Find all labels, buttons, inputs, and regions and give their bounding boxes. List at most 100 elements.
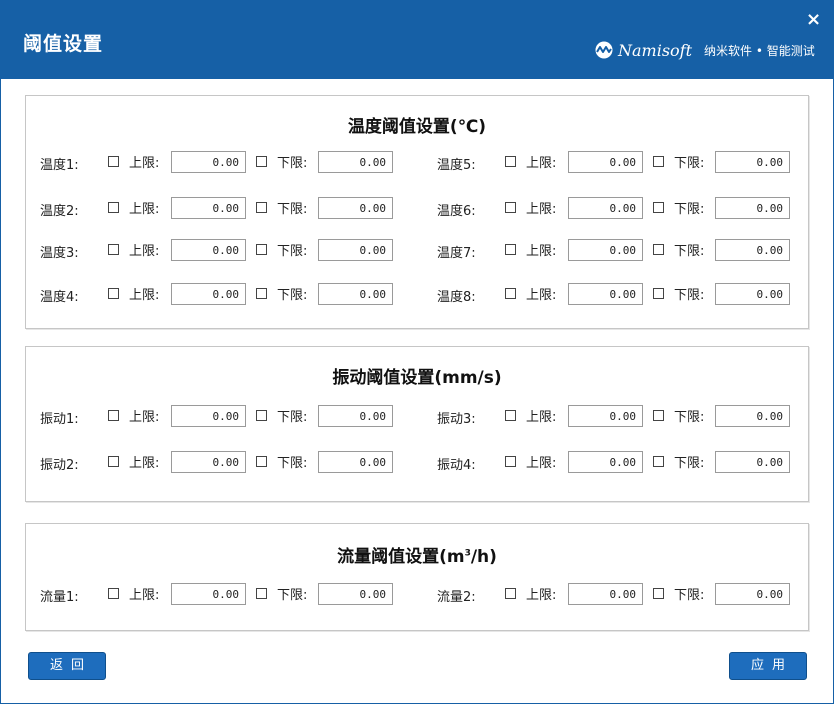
vibration-2-lower-input[interactable] — [318, 451, 393, 473]
temperature-1-upper-input[interactable] — [171, 151, 246, 173]
temperature-1-upper-label: 上限: — [129, 156, 160, 171]
temperature-4-upper-checkbox[interactable] — [108, 288, 119, 299]
temperature-4-lower-input[interactable] — [318, 283, 393, 305]
vibration-4-lower-checkbox[interactable] — [653, 456, 664, 467]
vibration-3-upper-checkbox[interactable] — [505, 410, 516, 421]
temperature-3-lower-label: 下限: — [277, 244, 308, 259]
temperature-5-lower-checkbox[interactable] — [653, 156, 664, 167]
brand-tagline: 纳米软件 • 智能测试 — [704, 43, 815, 58]
temperature-6-label: 温度6: — [437, 204, 476, 219]
flow-1-upper-label: 上限: — [129, 588, 160, 603]
flow-2-label: 流量2: — [437, 590, 476, 605]
flow-2-upper-checkbox[interactable] — [505, 588, 516, 599]
temperature-6-upper-checkbox[interactable] — [505, 202, 516, 213]
temperature-7-lower-checkbox[interactable] — [653, 244, 664, 255]
temperature-6-lower-input[interactable] — [715, 197, 790, 219]
vibration-4-upper-checkbox[interactable] — [505, 456, 516, 467]
dialog-title: 阈值设置 — [23, 33, 104, 55]
vibration-4-lower-label: 下限: — [674, 456, 705, 471]
temperature-8-upper-checkbox[interactable] — [505, 288, 516, 299]
temperature-7-lower-input[interactable] — [715, 239, 790, 261]
flow-1-lower-checkbox[interactable] — [256, 588, 267, 599]
temperature-7-upper-label: 上限: — [526, 244, 557, 259]
threshold-settings-dialog: 阈值设置 × Namisoft 纳米软件 • 智能测试 温度阈值设置(℃) 振动… — [0, 0, 834, 704]
temperature-2-label: 温度2: — [40, 204, 79, 219]
vibration-1-upper-input[interactable] — [171, 405, 246, 427]
flow-1-lower-label: 下限: — [277, 588, 308, 603]
temperature-3-lower-checkbox[interactable] — [256, 244, 267, 255]
temperature-7-upper-input[interactable] — [568, 239, 643, 261]
temperature-5-upper-checkbox[interactable] — [505, 156, 516, 167]
vibration-2-upper-input[interactable] — [171, 451, 246, 473]
title-bar: 阈值设置 × Namisoft 纳米软件 • 智能测试 — [1, 1, 834, 79]
vibration-2-lower-label: 下限: — [277, 456, 308, 471]
temperature-6-upper-input[interactable] — [568, 197, 643, 219]
flow-2-upper-input[interactable] — [568, 583, 643, 605]
flow-panel: 流量阈值设置(m3/h) — [25, 523, 809, 631]
vibration-2-upper-checkbox[interactable] — [108, 456, 119, 467]
close-icon[interactable]: × — [806, 10, 821, 30]
temperature-7-lower-label: 下限: — [674, 244, 705, 259]
temperature-2-upper-checkbox[interactable] — [108, 202, 119, 213]
temperature-panel-title: 温度阈值设置(℃) — [347, 117, 487, 137]
temperature-4-upper-input[interactable] — [171, 283, 246, 305]
temperature-2-upper-label: 上限: — [129, 202, 160, 217]
vibration-1-lower-input[interactable] — [318, 405, 393, 427]
vibration-4-label: 振动4: — [437, 458, 476, 473]
vibration-3-lower-checkbox[interactable] — [653, 410, 664, 421]
vibration-3-upper-input[interactable] — [568, 405, 643, 427]
temperature-8-label: 温度8: — [437, 290, 476, 305]
temperature-2-upper-input[interactable] — [171, 197, 246, 219]
temperature-2-lower-checkbox[interactable] — [256, 202, 267, 213]
temperature-3-upper-checkbox[interactable] — [108, 244, 119, 255]
vibration-1-lower-label: 下限: — [277, 410, 308, 425]
vibration-2-upper-label: 上限: — [129, 456, 160, 471]
temperature-3-lower-input[interactable] — [318, 239, 393, 261]
apply-button[interactable]: 应用 — [729, 652, 807, 680]
temperature-4-lower-label: 下限: — [277, 288, 308, 303]
temperature-2-lower-label: 下限: — [277, 202, 308, 217]
vibration-4-lower-input[interactable] — [715, 451, 790, 473]
flow-1-upper-input[interactable] — [171, 583, 246, 605]
temperature-5-lower-label: 下限: — [674, 156, 705, 171]
temperature-8-lower-input[interactable] — [715, 283, 790, 305]
temperature-7-label: 温度7: — [437, 246, 476, 261]
temperature-6-lower-checkbox[interactable] — [653, 202, 664, 213]
brand: Namisoft 纳米软件 • 智能测试 — [593, 39, 815, 61]
vibration-3-label: 振动3: — [437, 412, 476, 427]
flow-title-end: /h) — [470, 547, 497, 567]
temperature-5-upper-input[interactable] — [568, 151, 643, 173]
vibration-4-upper-input[interactable] — [568, 451, 643, 473]
temperature-6-lower-label: 下限: — [674, 202, 705, 217]
temperature-5-label: 温度5: — [437, 158, 476, 173]
temperature-2-lower-input[interactable] — [318, 197, 393, 219]
temperature-1-lower-checkbox[interactable] — [256, 156, 267, 167]
back-button[interactable]: 返回 — [28, 652, 106, 680]
vibration-3-lower-input[interactable] — [715, 405, 790, 427]
vibration-2-lower-checkbox[interactable] — [256, 456, 267, 467]
vibration-4-upper-label: 上限: — [526, 456, 557, 471]
vibration-1-upper-label: 上限: — [129, 410, 160, 425]
temperature-5-lower-input[interactable] — [715, 151, 790, 173]
vibration-1-upper-checkbox[interactable] — [108, 410, 119, 421]
vibration-1-lower-checkbox[interactable] — [256, 410, 267, 421]
flow-2-lower-checkbox[interactable] — [653, 588, 664, 599]
vibration-panel-title: 振动阈值设置(mm/s) — [332, 368, 502, 388]
flow-2-upper-label: 上限: — [526, 588, 557, 603]
temperature-1-upper-checkbox[interactable] — [108, 156, 119, 167]
vibration-1-label: 振动1: — [40, 412, 79, 427]
flow-2-lower-label: 下限: — [674, 588, 705, 603]
temperature-4-upper-label: 上限: — [129, 288, 160, 303]
temperature-3-label: 温度3: — [40, 246, 79, 261]
temperature-6-upper-label: 上限: — [526, 202, 557, 217]
flow-title-main: 流量阈值设置(m — [337, 547, 465, 567]
flow-1-upper-checkbox[interactable] — [108, 588, 119, 599]
flow-1-lower-input[interactable] — [318, 583, 393, 605]
temperature-8-upper-input[interactable] — [568, 283, 643, 305]
temperature-4-lower-checkbox[interactable] — [256, 288, 267, 299]
temperature-8-lower-checkbox[interactable] — [653, 288, 664, 299]
temperature-1-lower-input[interactable] — [318, 151, 393, 173]
flow-2-lower-input[interactable] — [715, 583, 790, 605]
temperature-7-upper-checkbox[interactable] — [505, 244, 516, 255]
temperature-3-upper-input[interactable] — [171, 239, 246, 261]
